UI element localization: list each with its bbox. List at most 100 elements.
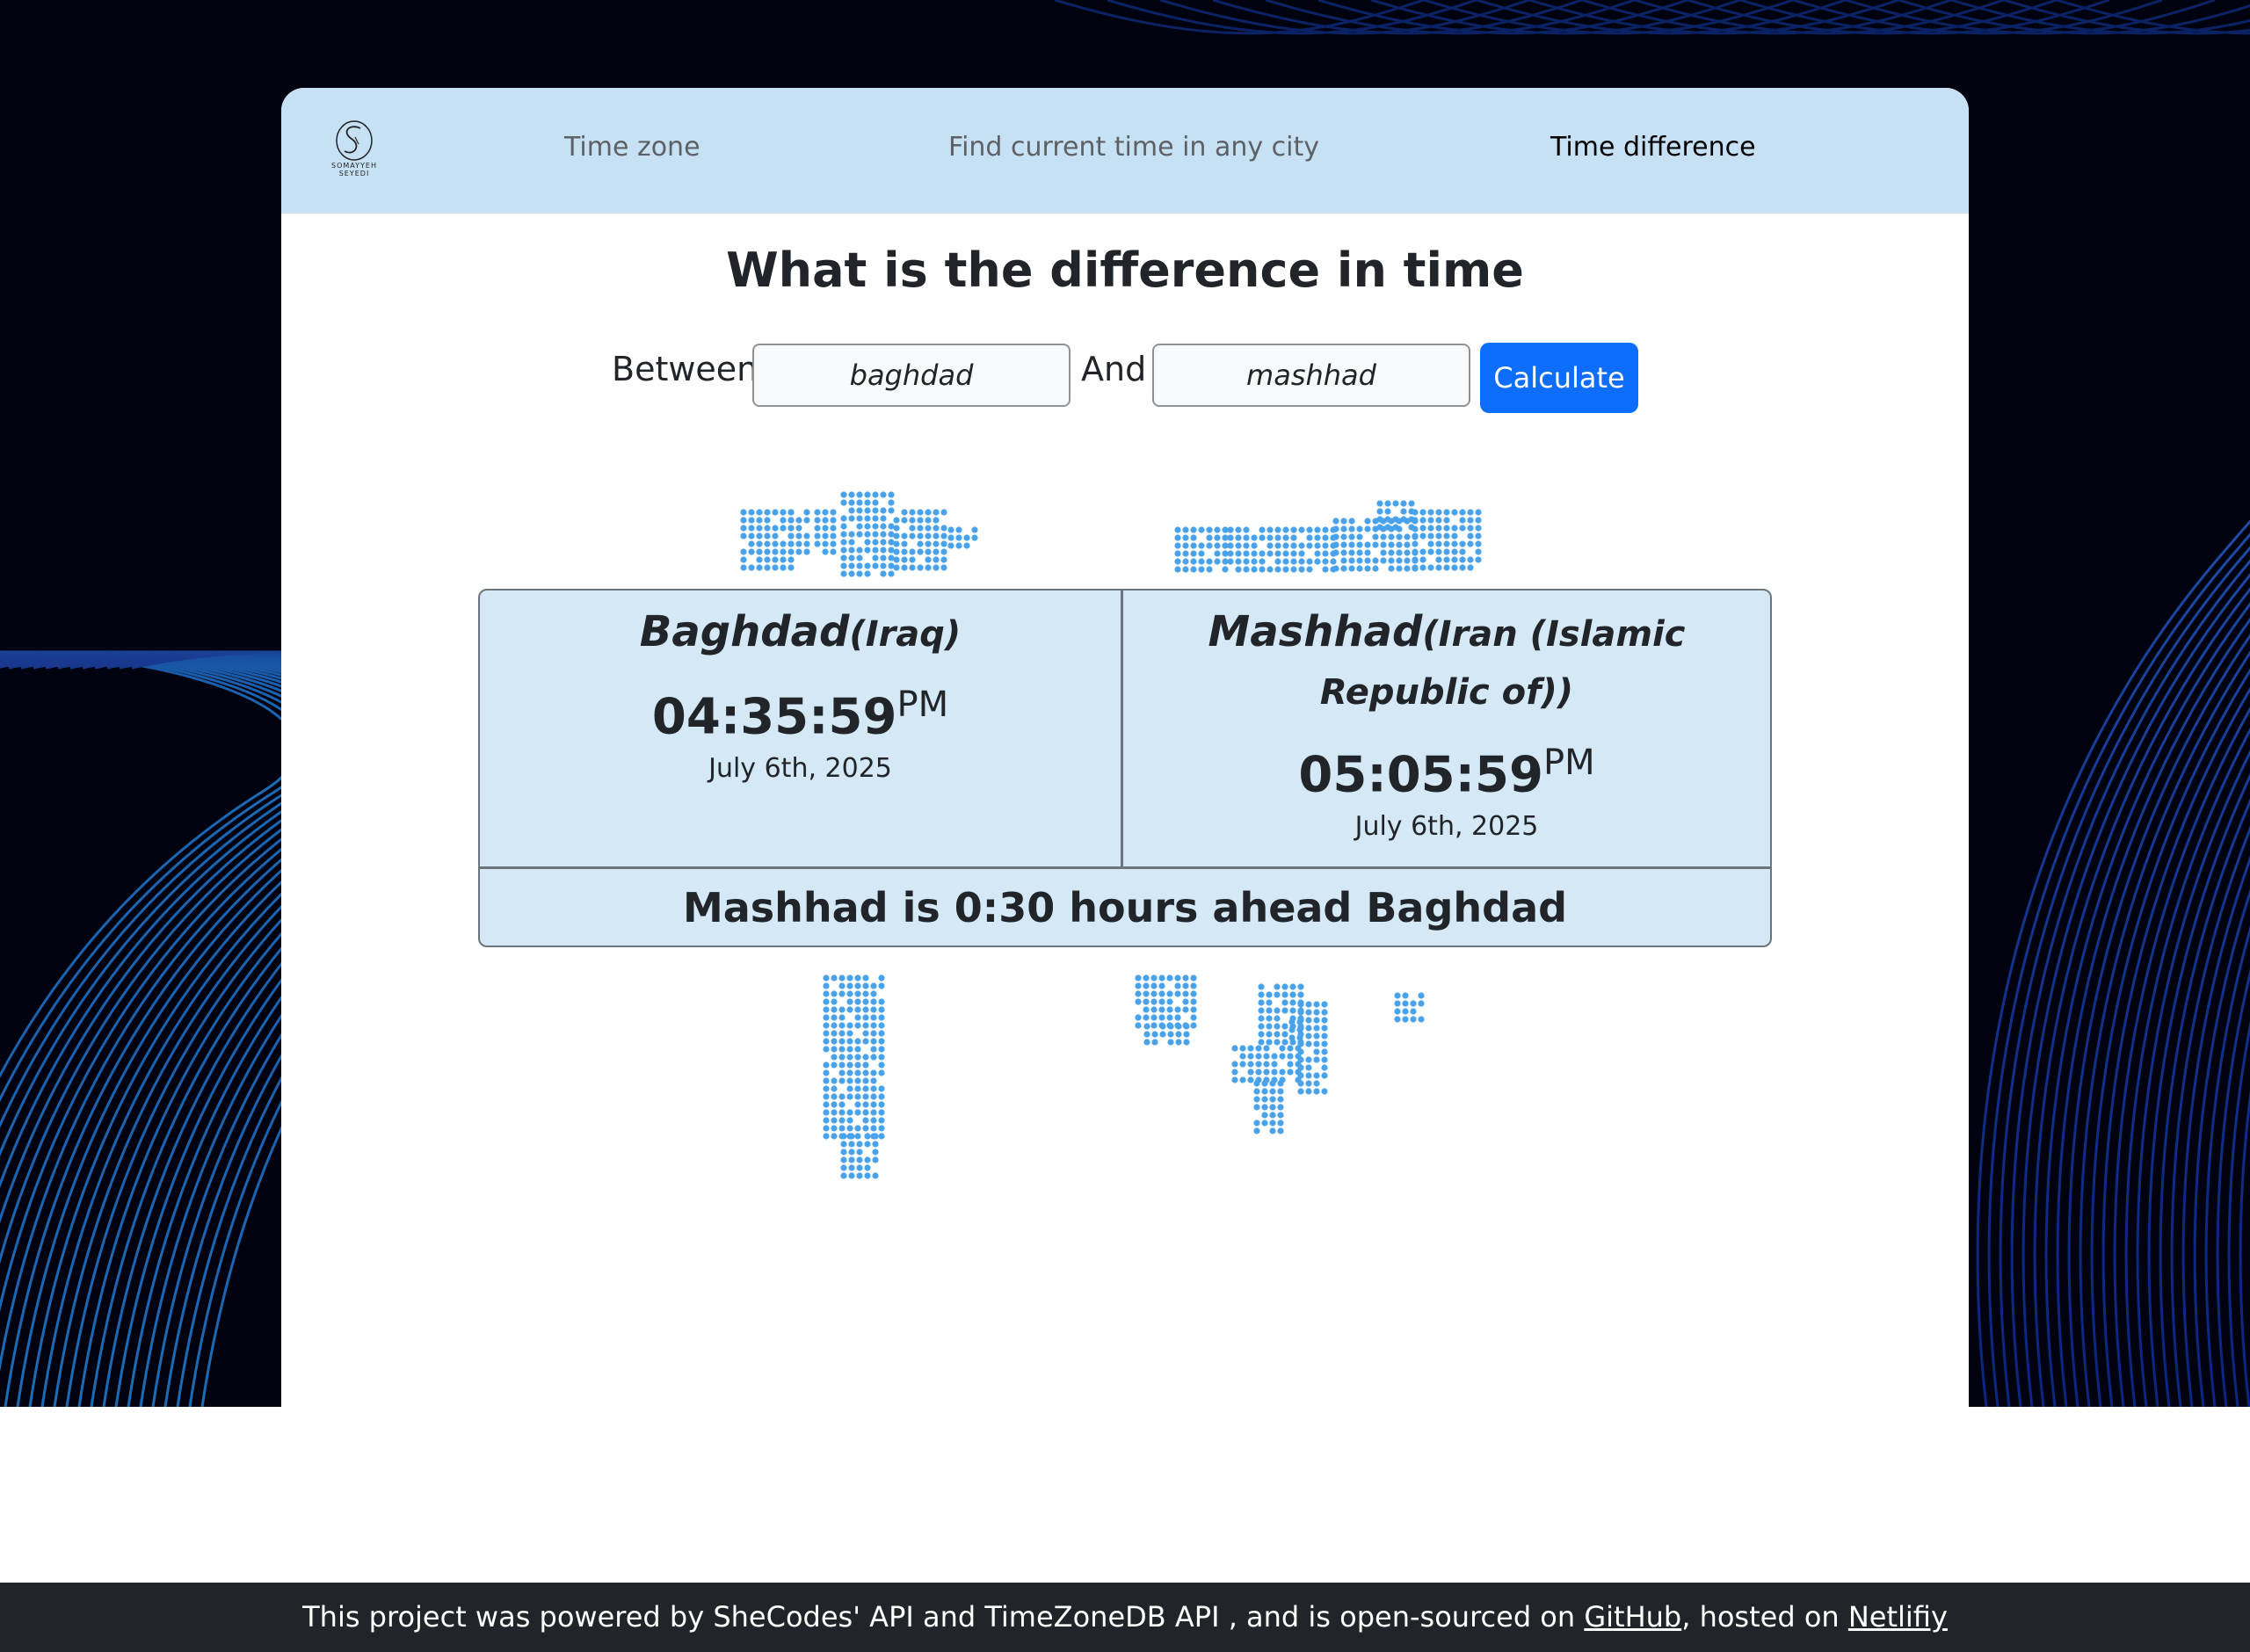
map-dot: [1183, 1023, 1190, 1030]
map-dot: [1376, 508, 1383, 515]
map-dot: [1332, 565, 1339, 572]
map-dot: [838, 1101, 846, 1108]
map-dot: [840, 570, 847, 577]
map-dot: [940, 564, 947, 571]
map-dot: [1451, 548, 1458, 555]
map-dot: [848, 531, 855, 538]
map-dot: [1258, 1023, 1265, 1030]
map-dot: [925, 525, 932, 532]
map-dot: [1227, 558, 1234, 565]
map-dot: [872, 499, 879, 506]
map-dot: [756, 509, 763, 516]
map-dot: [1322, 542, 1329, 549]
map-dot: [1259, 526, 1266, 533]
map-dot: [1150, 1022, 1158, 1029]
map-dot: [803, 540, 810, 547]
map-dot: [880, 507, 887, 514]
map-dot: [917, 509, 924, 516]
map-dot: [823, 1085, 830, 1092]
map-dot: [1261, 1096, 1268, 1103]
map-dot: [740, 533, 747, 540]
map-dot: [1400, 508, 1407, 515]
map-dot: [838, 1125, 846, 1132]
map-dot: [1190, 1014, 1197, 1021]
map-dot: [822, 525, 829, 532]
map-dot: [933, 548, 940, 555]
map-dot: [1435, 525, 1442, 532]
map-dot: [1243, 566, 1250, 573]
map-dot: [862, 1006, 869, 1013]
map-dot: [1198, 558, 1205, 565]
map-dot: [1443, 509, 1450, 516]
map-dot: [838, 1030, 846, 1037]
map-dot: [1227, 534, 1234, 541]
map-dot: [1274, 1039, 1281, 1046]
map-dot: [1418, 992, 1425, 999]
city1-clock: 04:35:59: [651, 688, 897, 746]
map-dot: [848, 1172, 855, 1179]
map-dot: [1135, 975, 1142, 982]
map-dot: [1198, 566, 1205, 573]
map-dot: [772, 556, 779, 563]
map-dot: [1410, 1008, 1417, 1015]
map-dot: [925, 548, 932, 555]
map-dot: [823, 1038, 830, 1045]
map-dot: [878, 1109, 885, 1116]
netlify-link[interactable]: Netlifiy: [1848, 1600, 1948, 1634]
map-dot: [831, 1125, 838, 1132]
map-dot: [1247, 1061, 1254, 1068]
map-dot: [872, 1148, 879, 1156]
map-dot: [1279, 1053, 1286, 1060]
map-dot: [925, 540, 932, 547]
map-dot: [1419, 533, 1426, 540]
map-dot: [780, 548, 787, 555]
map-dot: [856, 1164, 863, 1171]
map-dot: [1296, 1026, 1303, 1033]
map-dot: [1166, 1006, 1173, 1013]
map-dot: [1388, 541, 1395, 548]
map-dot: [1364, 525, 1371, 533]
map-dot: [846, 1085, 853, 1092]
map-dot: [1396, 549, 1403, 556]
map-dot: [1274, 1031, 1281, 1038]
map-dot: [854, 1014, 861, 1021]
map-dot: [1408, 524, 1415, 531]
map-dot: [780, 517, 787, 524]
map-dot: [1288, 1018, 1296, 1025]
map-dot: [864, 1133, 871, 1140]
map-dot: [1267, 534, 1274, 541]
map-dot: [1314, 550, 1321, 557]
map-dot: [1158, 975, 1165, 982]
map-dot: [1182, 975, 1189, 982]
map-dot: [1394, 992, 1401, 999]
map-dot: [1305, 1001, 1312, 1008]
map-dot: [1322, 526, 1329, 533]
map-dot: [1255, 1061, 1262, 1068]
map-dot: [1297, 1072, 1304, 1079]
map-dot: [1356, 541, 1363, 548]
map-dot: [870, 1077, 877, 1084]
map-dot: [814, 525, 821, 532]
map-dot: [1435, 517, 1442, 524]
map-dot: [1340, 533, 1347, 540]
map-dot: [1475, 509, 1482, 516]
map-dot: [1143, 975, 1150, 982]
map-dot: [1419, 525, 1426, 532]
swirl-line: [1987, 533, 2250, 1407]
map-dot: [1290, 534, 1297, 541]
map-dot: [840, 547, 847, 554]
map-dot: [846, 1038, 853, 1045]
main-card: SOMAYYEH SEYEDI Time zone Find current t…: [281, 88, 1969, 1407]
map-dot: [1427, 517, 1434, 524]
map-dot: [933, 533, 940, 540]
map-dot: [764, 509, 771, 516]
github-link[interactable]: GitHub: [1584, 1600, 1681, 1634]
map-dot: [1182, 526, 1189, 533]
map-dot: [1182, 534, 1189, 541]
map-dot: [830, 548, 837, 555]
map-dot: [1174, 982, 1181, 989]
map-dot: [1251, 534, 1258, 541]
map-dot: [888, 499, 895, 506]
map-dot: [880, 523, 887, 530]
map-dot: [1258, 1007, 1265, 1014]
